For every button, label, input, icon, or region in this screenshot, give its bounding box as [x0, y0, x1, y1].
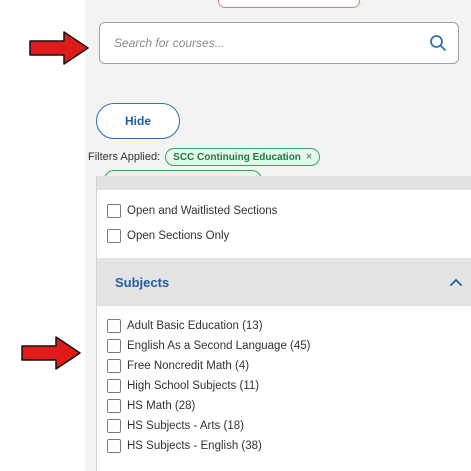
- search-icon[interactable]: [428, 33, 448, 53]
- filters-applied: Filters Applied: SCC Continuing Educatio…: [88, 146, 321, 168]
- remove-filter-icon[interactable]: ×: [306, 151, 312, 163]
- filter-chip-scc-continuing-education[interactable]: SCC Continuing Education ×: [165, 148, 321, 166]
- subject-label: Adult Basic Education (13): [127, 320, 263, 332]
- subjects-section-header[interactable]: Subjects: [97, 258, 471, 306]
- checkbox[interactable]: [107, 439, 121, 453]
- subject-label: HS Math (28): [127, 400, 196, 412]
- filter-options-list: Open and Waitlisted Sections Open Sectio…: [96, 176, 471, 471]
- subject-item[interactable]: High School Subjects (11): [107, 379, 259, 393]
- subject-item[interactable]: HS Subjects - English (38): [107, 439, 262, 453]
- subject-label: Free Noncredit Math (4): [127, 360, 250, 372]
- course-search-box[interactable]: [99, 22, 459, 64]
- subjects-title: Subjects: [115, 274, 170, 290]
- option-label: Open Sections Only: [127, 230, 230, 242]
- subject-label: English As a Second Language (45): [127, 340, 311, 352]
- checkbox[interactable]: [107, 229, 121, 243]
- filter-chip-label: SCC Continuing Education: [173, 151, 301, 163]
- checkbox[interactable]: [107, 419, 121, 433]
- checkbox[interactable]: [107, 204, 121, 218]
- checkbox[interactable]: [107, 319, 121, 333]
- checkbox[interactable]: [107, 399, 121, 413]
- subject-item[interactable]: Adult Basic Education (13): [107, 319, 263, 333]
- hide-filters-button[interactable]: Hide: [96, 103, 180, 139]
- checkbox[interactable]: [107, 379, 121, 393]
- option-open-sections-only[interactable]: Open Sections Only: [107, 229, 229, 243]
- subject-item[interactable]: HS Math (28): [107, 399, 195, 413]
- subject-item[interactable]: English As a Second Language (45): [107, 339, 311, 353]
- subject-item[interactable]: Free Noncredit Math (4): [107, 359, 249, 373]
- annotation-arrow-icon: [29, 31, 89, 65]
- section-divider: [97, 176, 471, 190]
- search-input[interactable]: [112, 35, 428, 51]
- partial-top-element: [218, 0, 360, 8]
- chevron-up-icon[interactable]: [448, 274, 464, 290]
- subject-label: HS Subjects - English (38): [127, 440, 262, 452]
- checkbox[interactable]: [107, 359, 121, 373]
- subject-label: HS Subjects - Arts (18): [127, 420, 244, 432]
- annotation-arrow-icon: [21, 336, 81, 370]
- checkbox[interactable]: [107, 339, 121, 353]
- subject-item[interactable]: HS Subjects - Arts (18): [107, 419, 244, 433]
- subject-label: High School Subjects (11): [127, 380, 260, 392]
- filters-applied-label: Filters Applied:: [88, 151, 161, 163]
- option-label: Open and Waitlisted Sections: [127, 205, 278, 217]
- option-open-and-waitlisted[interactable]: Open and Waitlisted Sections: [107, 204, 277, 218]
